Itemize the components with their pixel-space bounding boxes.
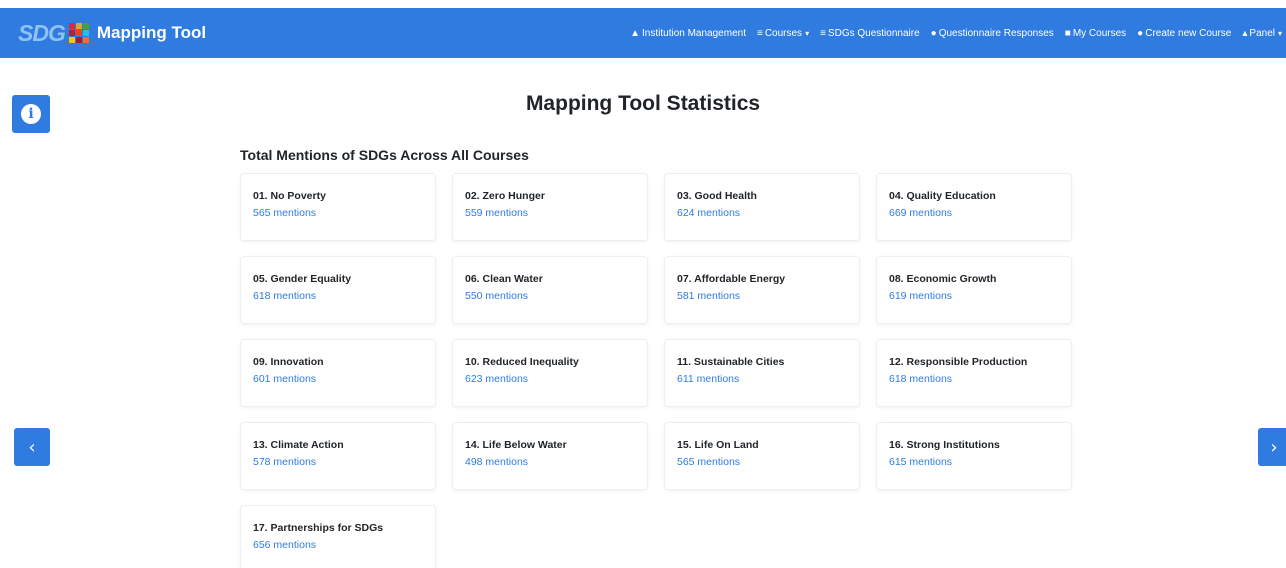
nav-link-sdgs-questionnaire[interactable]: ≡ SDGs Questionnaire bbox=[820, 28, 920, 39]
caret-down-icon: ▾ bbox=[1277, 28, 1282, 38]
logo-tile bbox=[68, 37, 75, 43]
sdg-mentions: 669 mentions bbox=[889, 207, 953, 219]
sdg-name: 11. Sustainable Cities bbox=[677, 356, 785, 368]
sdg-card: 13. Climate Action 578 mentions bbox=[240, 422, 436, 490]
sdg-card: 04. Quality Education 669 mentions bbox=[876, 173, 1072, 241]
sdg-mentions: 618 mentions bbox=[889, 373, 953, 385]
nav-link-panel[interactable]: ▴ Panel ▾ bbox=[1242, 28, 1282, 39]
brand[interactable]: SDG Mapping Tool bbox=[18, 20, 206, 47]
sdg-mentions: 618 mentions bbox=[253, 290, 317, 302]
top-navbar: SDG Mapping Tool ▲ Institution Management… bbox=[0, 8, 1286, 58]
carousel-prev-button[interactable]: ‹ bbox=[14, 428, 50, 466]
nav-link-label: SDGs Questionnaire bbox=[827, 27, 920, 39]
chevron-right-icon: › bbox=[1270, 436, 1278, 458]
sdg-name: 05. Gender Equality bbox=[253, 273, 352, 285]
sdg-name: 02. Zero Hunger bbox=[465, 190, 545, 202]
nav-link-label: My Courses bbox=[1072, 27, 1127, 39]
sdg-card: 16. Strong Institutions 615 mentions bbox=[876, 422, 1072, 490]
nav-link-label: Panel bbox=[1249, 27, 1275, 39]
sdg-name: 10. Reduced Inequality bbox=[465, 356, 579, 368]
logo-tile bbox=[75, 23, 82, 29]
sdg-name: 17. Partnerships for SDGs bbox=[253, 522, 384, 534]
sdg-mentions: 559 mentions bbox=[465, 207, 529, 219]
sdg-name: 09. Innovation bbox=[253, 356, 324, 368]
sdg-name: 14. Life Below Water bbox=[465, 439, 567, 451]
nav-link-label: Create new Course bbox=[1145, 27, 1232, 39]
nav-link-questionnaire-responses[interactable]: ● Questionnaire Responses bbox=[931, 28, 1054, 39]
sdg-mentions: 581 mentions bbox=[677, 290, 741, 302]
logo-tile bbox=[82, 23, 89, 29]
sdg-mentions: 624 mentions bbox=[677, 207, 741, 219]
sdg-mentions: 578 mentions bbox=[253, 456, 317, 468]
list-icon: ≡ bbox=[820, 27, 826, 39]
logo-tile bbox=[75, 37, 82, 43]
sdg-card: 06. Clean Water 550 mentions bbox=[452, 256, 648, 324]
sdg-mentions: 619 mentions bbox=[889, 290, 953, 302]
page-title: Mapping Tool Statistics bbox=[525, 92, 761, 115]
logo-tile bbox=[82, 30, 89, 36]
sdg-logo: SDG bbox=[18, 19, 66, 46]
sdg-name: 08. Economic Growth bbox=[889, 273, 997, 285]
sdg-card: 05. Gender Equality 618 mentions bbox=[240, 256, 436, 324]
nav-link-label: Questionnaire Responses bbox=[938, 27, 1054, 39]
sdg-card: 07. Affordable Energy 581 mentions bbox=[664, 256, 860, 324]
nav-link-my-courses[interactable]: ■ My Courses bbox=[1065, 28, 1126, 39]
sdg-name: 07. Affordable Energy bbox=[677, 273, 786, 285]
sdg-mentions: 565 mentions bbox=[253, 207, 317, 219]
sdg-name: 12. Responsible Production bbox=[889, 356, 1028, 368]
sdg-card: 01. No Poverty 565 mentions bbox=[240, 173, 436, 241]
university-icon: ▲ bbox=[630, 27, 641, 39]
section-title: Total Mentions of SDGs Across All Course… bbox=[240, 147, 529, 163]
brand-title: Mapping Tool bbox=[96, 23, 207, 42]
user-icon: ▴ bbox=[1242, 27, 1248, 39]
caret-down-icon: ▾ bbox=[805, 28, 810, 38]
sdg-logo-mosaic-icon bbox=[68, 23, 89, 43]
courses-icon: ≡ bbox=[756, 27, 763, 39]
question-circle-icon: ● bbox=[930, 27, 937, 39]
sdg-card: 02. Zero Hunger 559 mentions bbox=[452, 173, 648, 241]
sdg-mentions: 615 mentions bbox=[889, 456, 953, 468]
sdg-mentions: 565 mentions bbox=[677, 456, 741, 468]
sdg-card: 09. Innovation 601 mentions bbox=[240, 339, 436, 407]
logo-tile bbox=[75, 30, 82, 36]
sdg-card: 17. Partnerships for SDGs 656 mentions bbox=[240, 505, 436, 568]
sdg-card: 15. Life On Land 565 mentions bbox=[664, 422, 860, 490]
sdg-name: 06. Clean Water bbox=[465, 273, 543, 285]
sdg-name: 01. No Poverty bbox=[253, 190, 326, 202]
nav-link-label: Courses bbox=[764, 27, 803, 39]
nav-link-label: Institution Management bbox=[642, 27, 746, 39]
sdg-card: 08. Economic Growth 619 mentions bbox=[876, 256, 1072, 324]
book-icon: ■ bbox=[1064, 27, 1071, 39]
chevron-left-icon: ‹ bbox=[28, 436, 36, 458]
sdg-mentions: 656 mentions bbox=[253, 539, 317, 551]
sdg-card: 03. Good Health 624 mentions bbox=[664, 173, 860, 241]
logo-tile bbox=[82, 37, 89, 43]
sdg-name: 03. Good Health bbox=[677, 190, 757, 202]
plus-circle-icon: ● bbox=[1137, 27, 1144, 39]
nav-links: ▲ Institution Management ≡ Courses ▾ ≡ SDGs Qu… bbox=[619, 8, 1282, 58]
sdg-mentions: 498 mentions bbox=[465, 456, 529, 468]
sdg-mentions: 601 mentions bbox=[253, 373, 317, 385]
sdg-card: 10. Reduced Inequality 623 mentions bbox=[452, 339, 648, 407]
logo-tile bbox=[68, 23, 75, 29]
sdg-card: 14. Life Below Water 498 mentions bbox=[452, 422, 648, 490]
sdg-mentions: 623 mentions bbox=[465, 373, 529, 385]
carousel-next-button[interactable]: › bbox=[1258, 428, 1286, 466]
sdg-name: 04. Quality Education bbox=[889, 190, 996, 202]
sdg-mentions: 611 mentions bbox=[677, 373, 740, 385]
sdg-mentions: 550 mentions bbox=[465, 290, 529, 302]
sdg-name: 13. Climate Action bbox=[253, 439, 344, 451]
logo-tile bbox=[68, 30, 75, 36]
nav-link-courses[interactable]: ≡ Courses ▾ bbox=[757, 28, 809, 39]
nav-link-institution-management[interactable]: ▲ Institution Management bbox=[630, 28, 746, 39]
sdg-name: 16. Strong Institutions bbox=[889, 439, 1000, 451]
sdg-name: 15. Life On Land bbox=[677, 439, 759, 451]
nav-link-create-new-course[interactable]: ● Create new Course bbox=[1137, 28, 1231, 39]
sdg-card: 12. Responsible Production 618 mentions bbox=[876, 339, 1072, 407]
sdg-card: 11. Sustainable Cities 611 mentions bbox=[664, 339, 860, 407]
